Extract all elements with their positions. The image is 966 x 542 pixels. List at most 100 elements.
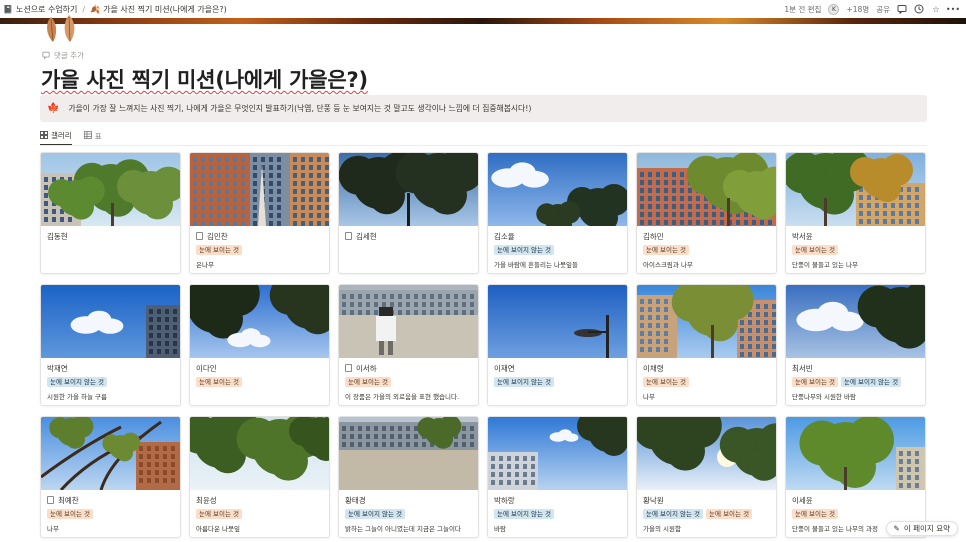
gallery-card[interactable]: 이채령 눈에 보이는 것 나무 bbox=[636, 284, 777, 406]
card-description: 밝하는 그늘이 아니였는데 지금은 그늘이다 bbox=[345, 525, 461, 533]
document-icon bbox=[345, 232, 352, 240]
breadcrumb-item-notion-class[interactable]: 📓 노션으로 수업하기 bbox=[0, 4, 80, 15]
card-tags: 눈에 보이는 것 bbox=[792, 509, 919, 519]
card-title-text: 이서하 bbox=[356, 363, 377, 373]
card-tags: 눈에 보이는 것 눈에 보이지 않는 것 bbox=[792, 377, 919, 387]
star-icon[interactable]: ☆ bbox=[931, 4, 941, 14]
card-tags: 눈에 보이는 것 bbox=[196, 245, 323, 255]
tab-gallery[interactable]: 갤러리 bbox=[40, 127, 72, 145]
card-title-text: 박서윤 bbox=[792, 231, 813, 241]
gallery-card[interactable]: 김동현 bbox=[40, 152, 181, 274]
card-tags: 눈에 보이는 것 bbox=[643, 377, 770, 387]
tab-table[interactable]: 표 bbox=[83, 127, 102, 145]
gallery-grid: 김동현 김민찬 눈에 보이는 것 은나무 김세현 김소율 눈에 보이지 않는 것 가을 바람에… bbox=[40, 152, 928, 538]
card-title: 이세윤 bbox=[792, 494, 919, 506]
gallery-card[interactable]: 김하민 눈에 보이는 것 아이스크림과 나무 bbox=[636, 152, 777, 274]
page-summary-button[interactable]: ✎ 이 페이지 요약 bbox=[885, 521, 958, 536]
card-title: 황태경 bbox=[345, 494, 472, 506]
page-title[interactable]: 가을 사진 찍기 미션(나에게 가을은?) bbox=[41, 64, 368, 94]
card-tags: 눈에 보이지 않는 것 bbox=[47, 377, 174, 387]
card-title-text: 박재연 bbox=[47, 363, 68, 373]
comment-icon bbox=[42, 51, 50, 61]
card-cover-image bbox=[488, 153, 627, 226]
card-cover-image bbox=[637, 285, 776, 358]
cover-image[interactable] bbox=[0, 18, 966, 24]
gallery-card[interactable]: 박하랑 눈에 보이지 않는 것 바람 bbox=[487, 416, 628, 538]
member-count[interactable]: +18명 bbox=[846, 4, 869, 15]
card-cover-image bbox=[786, 153, 925, 226]
card-title: 김민찬 bbox=[196, 230, 323, 242]
card-cover-image bbox=[339, 285, 478, 358]
gallery-icon bbox=[40, 130, 48, 141]
card-title: 최예찬 bbox=[47, 494, 174, 506]
card-description: 바람 bbox=[494, 525, 506, 533]
card-title-text: 황태경 bbox=[345, 495, 366, 505]
document-icon bbox=[47, 496, 54, 504]
autumn-leaves-icon[interactable] bbox=[43, 15, 83, 45]
gallery-card[interactable]: 최예찬 눈에 보이는 것 나무 bbox=[40, 416, 181, 538]
gallery-card[interactable]: 김소율눈에 보이지 않는 것가을 바람에 흔들리는 나뭇잎들 bbox=[487, 152, 628, 274]
gallery-card[interactable]: 이세윤 눈에 보이는 것 단풍이 물들고 있는 나무의 과정 bbox=[785, 416, 926, 538]
tag-visible: 눈에 보이는 것 bbox=[345, 377, 392, 387]
card-tags: 눈에 보이지 않는 것 bbox=[494, 245, 621, 255]
gallery-card[interactable]: 김세현 bbox=[338, 152, 479, 274]
breadcrumb-item-autumn-mission[interactable]: 🍂 가을 사진 찍기 미션(나에게 가을은?) bbox=[87, 4, 230, 15]
card-cover-image bbox=[339, 417, 478, 490]
card-tags bbox=[345, 245, 472, 255]
card-title: 이재연 bbox=[494, 362, 621, 374]
clock-icon[interactable] bbox=[914, 4, 924, 14]
card-title-text: 이재연 bbox=[494, 363, 515, 373]
topbar-actions: 1분 전 편집 K +18명 공유 ☆ ••• bbox=[784, 0, 960, 18]
card-description: 가을의 시원함 bbox=[643, 525, 681, 533]
card-title-text: 이세윤 bbox=[792, 495, 813, 505]
card-cover-image bbox=[786, 417, 925, 490]
tab-label: 갤러리 bbox=[51, 131, 72, 140]
gallery-card[interactable]: 최서빈눈에 보이는 것 눈에 보이지 않는 것단풍나무와 시원한 바람 bbox=[785, 284, 926, 406]
gallery-card[interactable]: 이재연눈에 보이지 않는 것 bbox=[487, 284, 628, 406]
callout[interactable]: 🍁 가을이 가장 잘 느껴지는 사진 찍기, 나에게 가을은 무엇인지 발표하기… bbox=[40, 95, 927, 122]
tag-visible: 눈에 보이는 것 bbox=[706, 509, 753, 519]
breadcrumb-label: 노션으로 수업하기 bbox=[15, 4, 78, 14]
card-title-text: 김소율 bbox=[494, 231, 515, 241]
card-title: 최서빈 bbox=[792, 362, 919, 374]
card-title: 황낙원 bbox=[643, 494, 770, 506]
tag-invisible: 눈에 보이지 않는 것 bbox=[494, 245, 555, 255]
view-tabs: 갤러리 표 bbox=[40, 127, 102, 145]
tag-invisible: 눈에 보이지 않는 것 bbox=[47, 377, 108, 387]
tag-visible: 눈에 보이는 것 bbox=[792, 509, 839, 519]
card-description: 가을 바람에 흔들리는 나뭇잎들 bbox=[494, 261, 578, 269]
gallery-card[interactable]: 김민찬 눈에 보이는 것 은나무 bbox=[189, 152, 330, 274]
card-title: 이서하 bbox=[345, 362, 472, 374]
card-title: 박서윤 bbox=[792, 230, 919, 242]
card-description: 단풍나무와 시원한 바람 bbox=[792, 393, 856, 401]
tag-visible: 눈에 보이는 것 bbox=[196, 377, 243, 387]
page-title-text: 가을 사진 찍기 미션(나에게 가을은?) bbox=[41, 68, 368, 92]
gallery-card[interactable]: 이다인 눈에 보이는 것 bbox=[189, 284, 330, 406]
avatar[interactable]: K bbox=[828, 3, 840, 15]
card-title: 박재연 bbox=[47, 362, 174, 374]
tag-visible: 눈에 보이는 것 bbox=[643, 245, 690, 255]
tag-visible: 눈에 보이는 것 bbox=[643, 377, 690, 387]
table-icon bbox=[83, 131, 92, 141]
gallery-card[interactable]: 황태경 눈에 보이지 않는 것 밝하는 그늘이 아니였는데 지금은 그늘이다 bbox=[338, 416, 479, 538]
more-icon[interactable]: ••• bbox=[946, 4, 960, 14]
tab-label: 표 bbox=[94, 131, 102, 141]
gallery-card[interactable]: 황낙원 눈에 보이지 않는 것 눈에 보이는 것 가을의 시원함 bbox=[636, 416, 777, 538]
gallery-card[interactable]: 박재연눈에 보이지 않는 것시원한 가을 하늘 구름 bbox=[40, 284, 181, 406]
card-description: 나무 bbox=[643, 393, 655, 401]
card-description: 시원한 가을 하늘 구름 bbox=[47, 393, 108, 401]
gallery-card[interactable]: 이서하 눈에 보이는 것이 장품은 가을의 외로움을 표현 했습니다. bbox=[338, 284, 479, 406]
card-description: 아름다운 나뭇잎 bbox=[196, 525, 240, 533]
add-comment-label: 댓글 추가 bbox=[54, 51, 84, 60]
topbar: 📓 노션으로 수업하기 / 🍂 가을 사진 찍기 미션(나에게 가을은?) 1분… bbox=[0, 0, 966, 18]
gallery-card[interactable]: 최윤성 눈에 보이는 것 아름다운 나뭇잎 bbox=[189, 416, 330, 538]
card-cover-image bbox=[41, 153, 180, 226]
card-title-text: 김하민 bbox=[643, 231, 664, 241]
comment-icon[interactable] bbox=[897, 4, 907, 14]
card-tags: 눈에 보이지 않는 것 bbox=[494, 377, 621, 387]
add-comment-button[interactable]: 댓글 추가 bbox=[42, 50, 84, 61]
gallery-card[interactable]: 박서윤 눈에 보이는 것 단풍이 물들고 있는 나무 bbox=[785, 152, 926, 274]
share-button[interactable]: 공유 bbox=[876, 4, 890, 15]
card-tags bbox=[47, 245, 174, 255]
card-tags: 눈에 보이는 것 bbox=[47, 509, 174, 519]
